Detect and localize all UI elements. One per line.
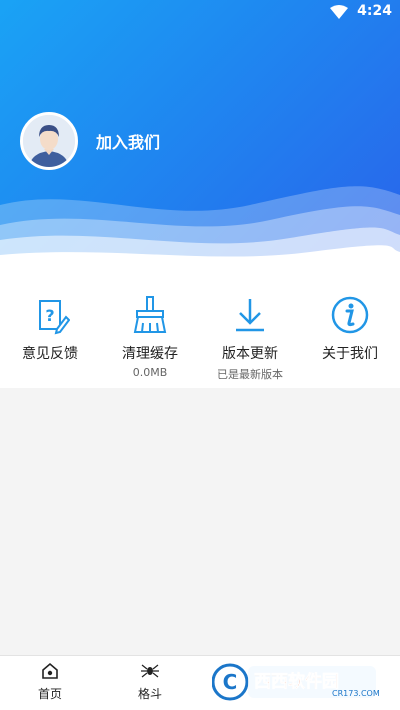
menu-item-feedback[interactable]: ? 意见反馈 bbox=[0, 280, 100, 388]
wifi-icon bbox=[330, 5, 348, 19]
menu-label: 版本更新 bbox=[222, 346, 278, 362]
feedback-icon: ? bbox=[39, 300, 70, 335]
menu-label: 意见反馈 bbox=[22, 346, 78, 362]
profile-row[interactable]: 加入我们 bbox=[20, 112, 160, 170]
watermark-logo: C 西西软件园 CR173.COM bbox=[212, 663, 380, 701]
menu-item-version-update[interactable]: 版本更新 已是最新版本 bbox=[200, 280, 300, 388]
broom-icon bbox=[133, 296, 167, 333]
nav-label: 格斗 bbox=[137, 687, 162, 701]
avatar[interactable] bbox=[20, 112, 78, 170]
menu-item-about-us[interactable]: 关于我们 bbox=[300, 280, 400, 388]
nav-item-fighting[interactable]: 格斗 bbox=[100, 656, 200, 710]
spider-icon bbox=[141, 664, 159, 678]
svg-text:?: ? bbox=[45, 306, 54, 325]
menu-card: ? 意见反馈 清理缓存 0.0MB 版本更新 已是最新版本 关于我们 bbox=[0, 280, 400, 388]
menu-label: 关于我们 bbox=[322, 346, 378, 362]
nav-item-home[interactable]: 首页 bbox=[0, 656, 100, 710]
download-icon bbox=[236, 299, 264, 332]
menu-label: 清理缓存 bbox=[122, 346, 178, 362]
cache-size: 0.0MB bbox=[132, 366, 168, 379]
svg-text:C: C bbox=[223, 670, 238, 694]
join-us-label[interactable]: 加入我们 bbox=[96, 129, 160, 153]
watermark-url: CR173.COM bbox=[332, 689, 380, 698]
menu-item-clear-cache[interactable]: 清理缓存 0.0MB bbox=[100, 280, 200, 388]
info-icon bbox=[331, 296, 369, 334]
status-bar: 4:24 bbox=[0, 0, 400, 24]
home-icon bbox=[42, 662, 58, 679]
profile-header: 4:24 加入我们 bbox=[0, 0, 400, 280]
user-avatar-icon bbox=[23, 115, 75, 167]
status-time: 4:24 bbox=[357, 3, 392, 19]
watermark-text: 西西软件园 bbox=[254, 671, 339, 692]
version-status: 已是最新版本 bbox=[217, 368, 283, 381]
nav-label: 首页 bbox=[37, 687, 62, 701]
